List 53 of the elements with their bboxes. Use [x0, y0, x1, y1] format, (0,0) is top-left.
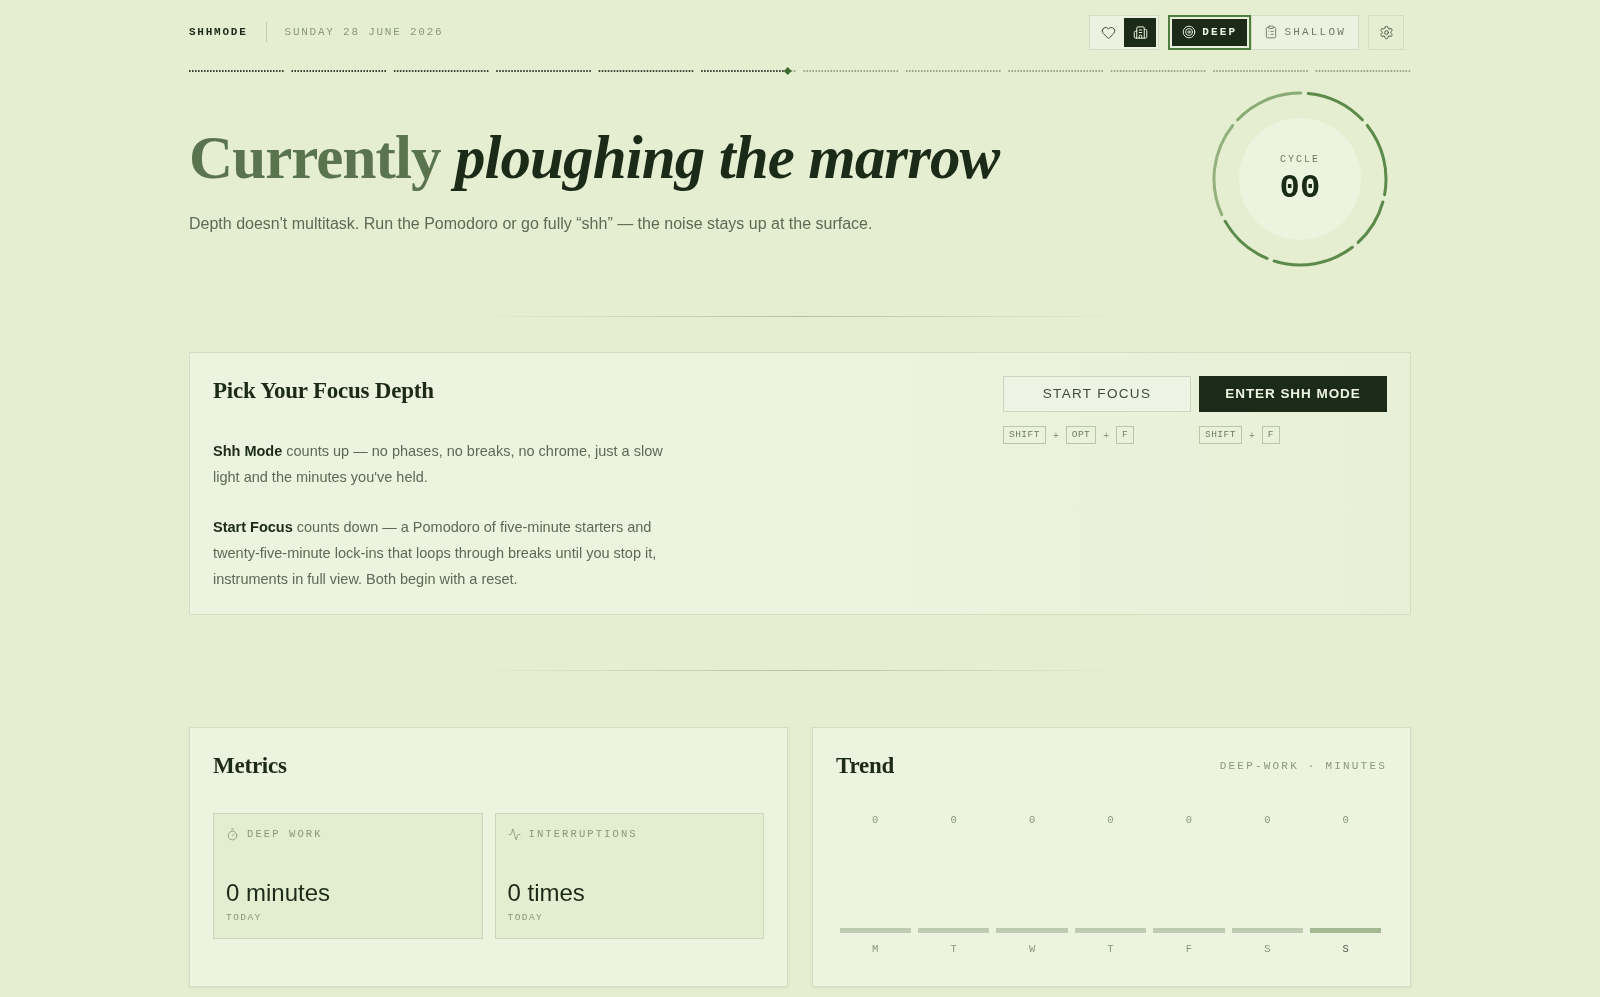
day-value-label: 0	[1185, 813, 1193, 827]
description-paragraph: Start Focus counts down — a Pomodoro of five-minute starters and twenty-five-minute lock-ins that loops through breaks until you stop it, instruments in full view. Both begin with a reset.	[213, 518, 658, 589]
shortcut-key: F	[1261, 426, 1280, 444]
metric-caption: TODAY	[507, 912, 545, 924]
shortcut-key: SHIFT	[1003, 426, 1046, 444]
hero-subtitle: Depth doesn't multitask. Run the Pomodoro or go fully “shh” — the noise stays up at the surface.	[189, 214, 874, 234]
metric-value: 0 minutes	[226, 879, 332, 907]
day-value-label: 0	[1264, 813, 1271, 827]
day-value-label: 0	[872, 813, 879, 827]
start-focus-button[interactable]: START FOCUS	[1003, 376, 1191, 412]
card-title: Pick Your Focus Depth	[213, 377, 435, 405]
card-title: Trend	[836, 752, 895, 780]
metric-label: DEEP WORK	[247, 827, 323, 841]
pulse-line-icon	[507, 827, 521, 841]
metric-value: 0 times	[507, 879, 586, 907]
enter-mode-button[interactable]: ENTER SHH MODE	[1199, 376, 1387, 412]
day-label: S	[1264, 942, 1271, 956]
metric-label: INTERRUPTIONS	[528, 827, 638, 841]
plus-sign: +	[1052, 428, 1059, 443]
card-title: Metrics	[213, 752, 288, 780]
mode-tab[interactable]: DEEP	[1168, 14, 1252, 50]
metric-caption: TODAY	[226, 912, 263, 924]
building-button[interactable]	[1124, 17, 1157, 47]
shortcut-key: F	[1116, 426, 1135, 444]
day-label: T	[950, 942, 957, 956]
heart-icon	[1100, 24, 1116, 40]
shortcut-key: OPT	[1065, 426, 1097, 444]
date-label: SUNDAY 28 JUNE 2026	[284, 24, 444, 40]
day-label: S	[1342, 942, 1349, 956]
target-icon	[1182, 25, 1197, 39]
day-label: M	[872, 942, 879, 956]
day-label: W	[1028, 942, 1036, 956]
settings-icon	[1378, 24, 1394, 40]
shortcut-key: SHIFT	[1199, 426, 1242, 444]
day-value-label: 0	[1028, 813, 1036, 827]
clipboard-icon	[1264, 25, 1279, 39]
day-value-label: 0	[950, 813, 957, 827]
building-icon	[1132, 24, 1148, 40]
cycle-value: 00	[1279, 168, 1321, 207]
mode-tab[interactable]: SHALLOW	[1251, 14, 1359, 50]
day-label: F	[1185, 942, 1193, 956]
stopwatch-icon	[226, 827, 239, 841]
day-value-label: 0	[1107, 813, 1114, 827]
chart-caption: DEEP-WORK · MINUTES	[1219, 758, 1387, 774]
brand-name: SHHMODE	[189, 24, 248, 40]
description-paragraph: Shh Mode counts up — no phases, no breaks, no chrome, just a slow light and the minutes you've held.	[213, 442, 663, 487]
day-label: T	[1107, 942, 1114, 956]
hero-heading: Currently ploughing the marrow	[189, 125, 1000, 191]
settings-button[interactable]	[1368, 14, 1404, 50]
plus-sign: +	[1103, 428, 1110, 443]
plus-sign: +	[1248, 428, 1255, 443]
day-value-label: 0	[1342, 813, 1349, 827]
cycle-label: CYCLE	[1280, 152, 1320, 167]
